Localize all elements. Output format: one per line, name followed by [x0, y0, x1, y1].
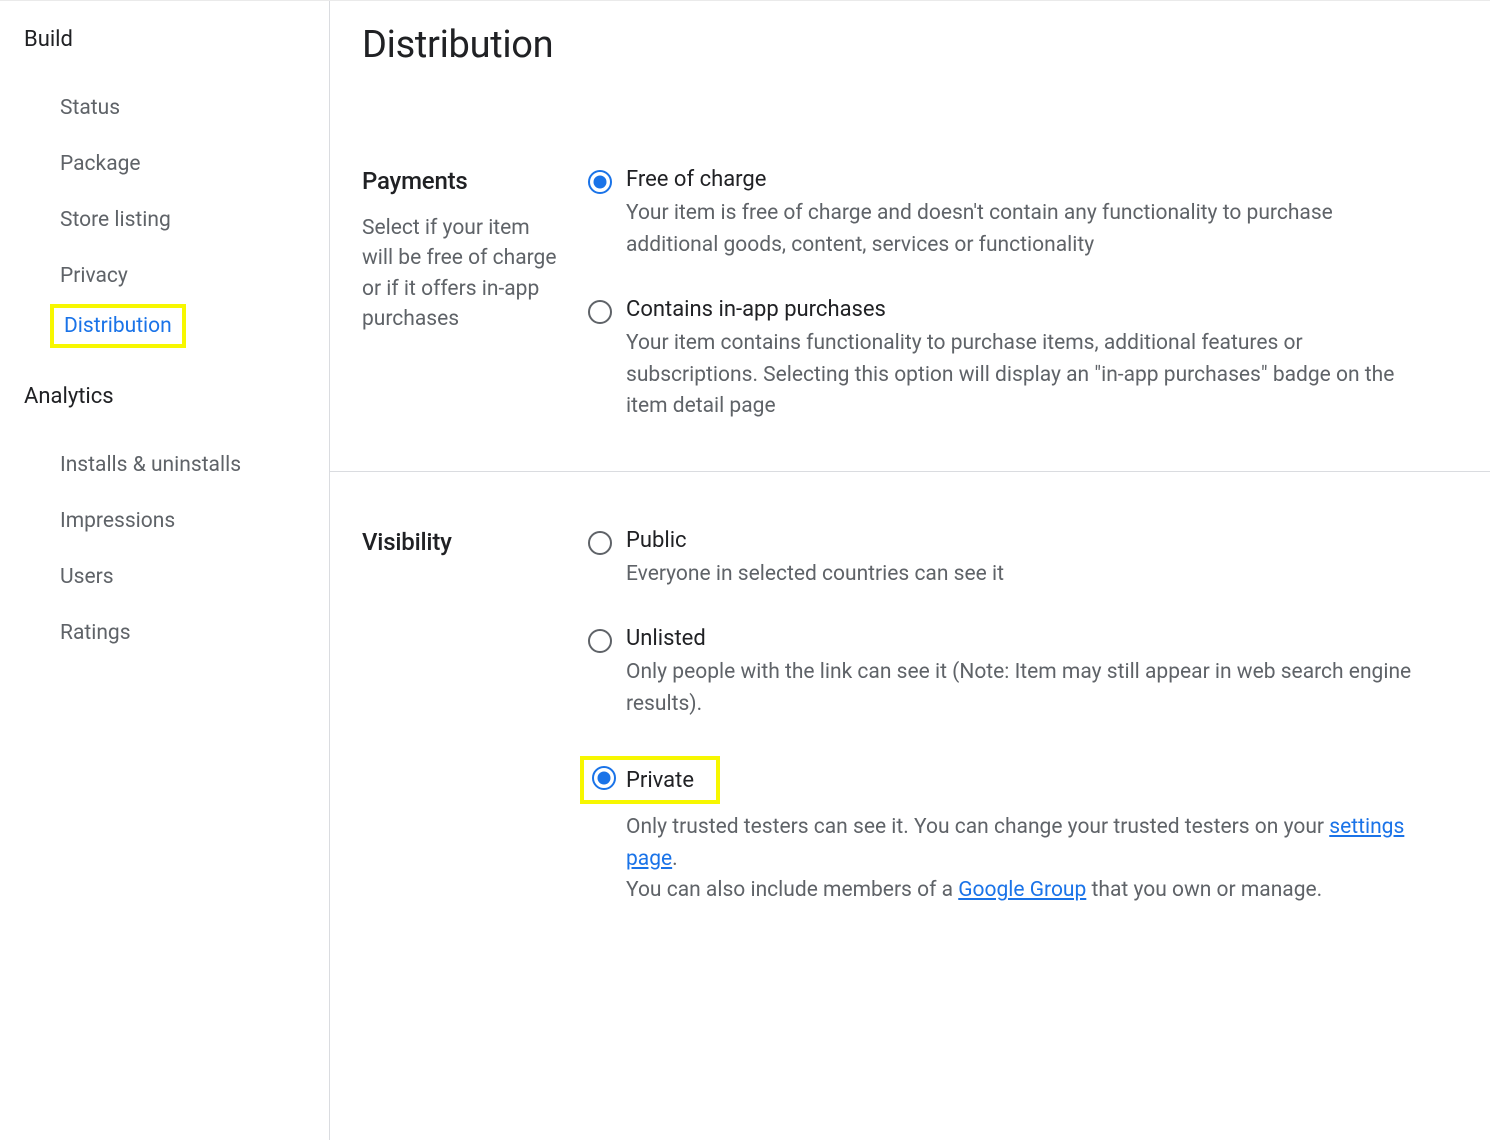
sidebar-item-users[interactable]: Users — [24, 549, 329, 605]
radio-label: Private — [626, 768, 694, 793]
payment-option-inapp[interactable]: Contains in-app purchases Your item cont… — [588, 297, 1430, 423]
radio-icon[interactable] — [588, 170, 612, 194]
sidebar-item-distribution[interactable]: Distribution — [64, 314, 172, 338]
visibility-option-unlisted[interactable]: Unlisted Only people with the link can s… — [588, 626, 1430, 720]
radio-wrap — [588, 297, 626, 328]
sidebar: Build Status Package Store listing Priva… — [0, 1, 330, 1140]
sidebar-item-status[interactable]: Status — [24, 80, 329, 136]
radio-label: Public — [626, 528, 1430, 553]
radio-desc: Your item is free of charge and doesn't … — [626, 198, 1430, 261]
sidebar-item-package[interactable]: Package — [24, 136, 329, 192]
visibility-option-private[interactable]: Private Only trusted testers can see it.… — [588, 756, 1430, 907]
page-title: Distribution — [362, 23, 1490, 67]
app-container: Build Status Package Store listing Priva… — [0, 0, 1490, 1140]
radio-label: Contains in-app purchases — [626, 297, 1430, 322]
sidebar-item-privacy[interactable]: Privacy — [24, 248, 329, 304]
visibility-option-public[interactable]: Public Everyone in selected countries ca… — [588, 528, 1430, 591]
radio-content: Unlisted Only people with the link can s… — [626, 626, 1430, 720]
desc-text: Only trusted testers can see it. You can… — [626, 815, 1329, 839]
desc-text: You can also include members of a — [626, 878, 958, 902]
radio-label: Free of charge — [626, 167, 1430, 192]
visibility-header-col: Visibility — [362, 528, 588, 907]
sidebar-section-analytics: Analytics — [24, 384, 329, 409]
radio-icon[interactable] — [588, 300, 612, 324]
private-desc: Only trusted testers can see it. You can… — [588, 812, 1430, 907]
radio-wrap — [588, 528, 626, 559]
payments-subtext: Select if your item will be free of char… — [362, 213, 588, 335]
radio-desc: Only trusted testers can see it. You can… — [626, 812, 1430, 907]
google-group-link[interactable]: Google Group — [958, 878, 1086, 902]
radio-icon[interactable] — [588, 629, 612, 653]
visibility-heading: Visibility — [362, 528, 588, 556]
payment-option-free[interactable]: Free of charge Your item is free of char… — [588, 167, 1430, 261]
highlight-private: Private — [580, 756, 720, 804]
sidebar-item-installs[interactable]: Installs & uninstalls — [24, 437, 329, 493]
desc-text: that you own or manage. — [1086, 878, 1322, 902]
radio-wrap — [592, 766, 626, 794]
radio-icon[interactable] — [588, 531, 612, 555]
radio-content: Public Everyone in selected countries ca… — [626, 528, 1430, 591]
sidebar-item-ratings[interactable]: Ratings — [24, 605, 329, 661]
radio-desc: Your item contains functionality to purc… — [626, 328, 1430, 423]
main-content: Distribution Payments Select if your ite… — [330, 1, 1490, 1140]
desc-text: . — [672, 847, 678, 871]
radio-label: Unlisted — [626, 626, 1430, 651]
sidebar-item-impressions[interactable]: Impressions — [24, 493, 329, 549]
radio-desc: Everyone in selected countries can see i… — [626, 559, 1430, 591]
sidebar-section-build: Build — [24, 27, 329, 52]
visibility-options: Public Everyone in selected countries ca… — [588, 528, 1490, 907]
payments-options: Free of charge Your item is free of char… — [588, 167, 1490, 423]
highlight-distribution: Distribution — [50, 304, 186, 348]
radio-wrap — [588, 626, 626, 657]
sidebar-item-store-listing[interactable]: Store listing — [24, 192, 329, 248]
radio-desc: Only people with the link can see it (No… — [626, 657, 1430, 720]
radio-content: Contains in-app purchases Your item cont… — [626, 297, 1430, 423]
payments-heading: Payments — [362, 167, 588, 195]
radio-icon[interactable] — [592, 766, 616, 790]
radio-content: Free of charge Your item is free of char… — [626, 167, 1430, 261]
visibility-section: Visibility Public Everyone in selected c… — [330, 471, 1490, 955]
payments-header-col: Payments Select if your item will be fre… — [362, 167, 588, 423]
payments-section: Payments Select if your item will be fre… — [362, 167, 1490, 471]
radio-wrap — [588, 167, 626, 198]
